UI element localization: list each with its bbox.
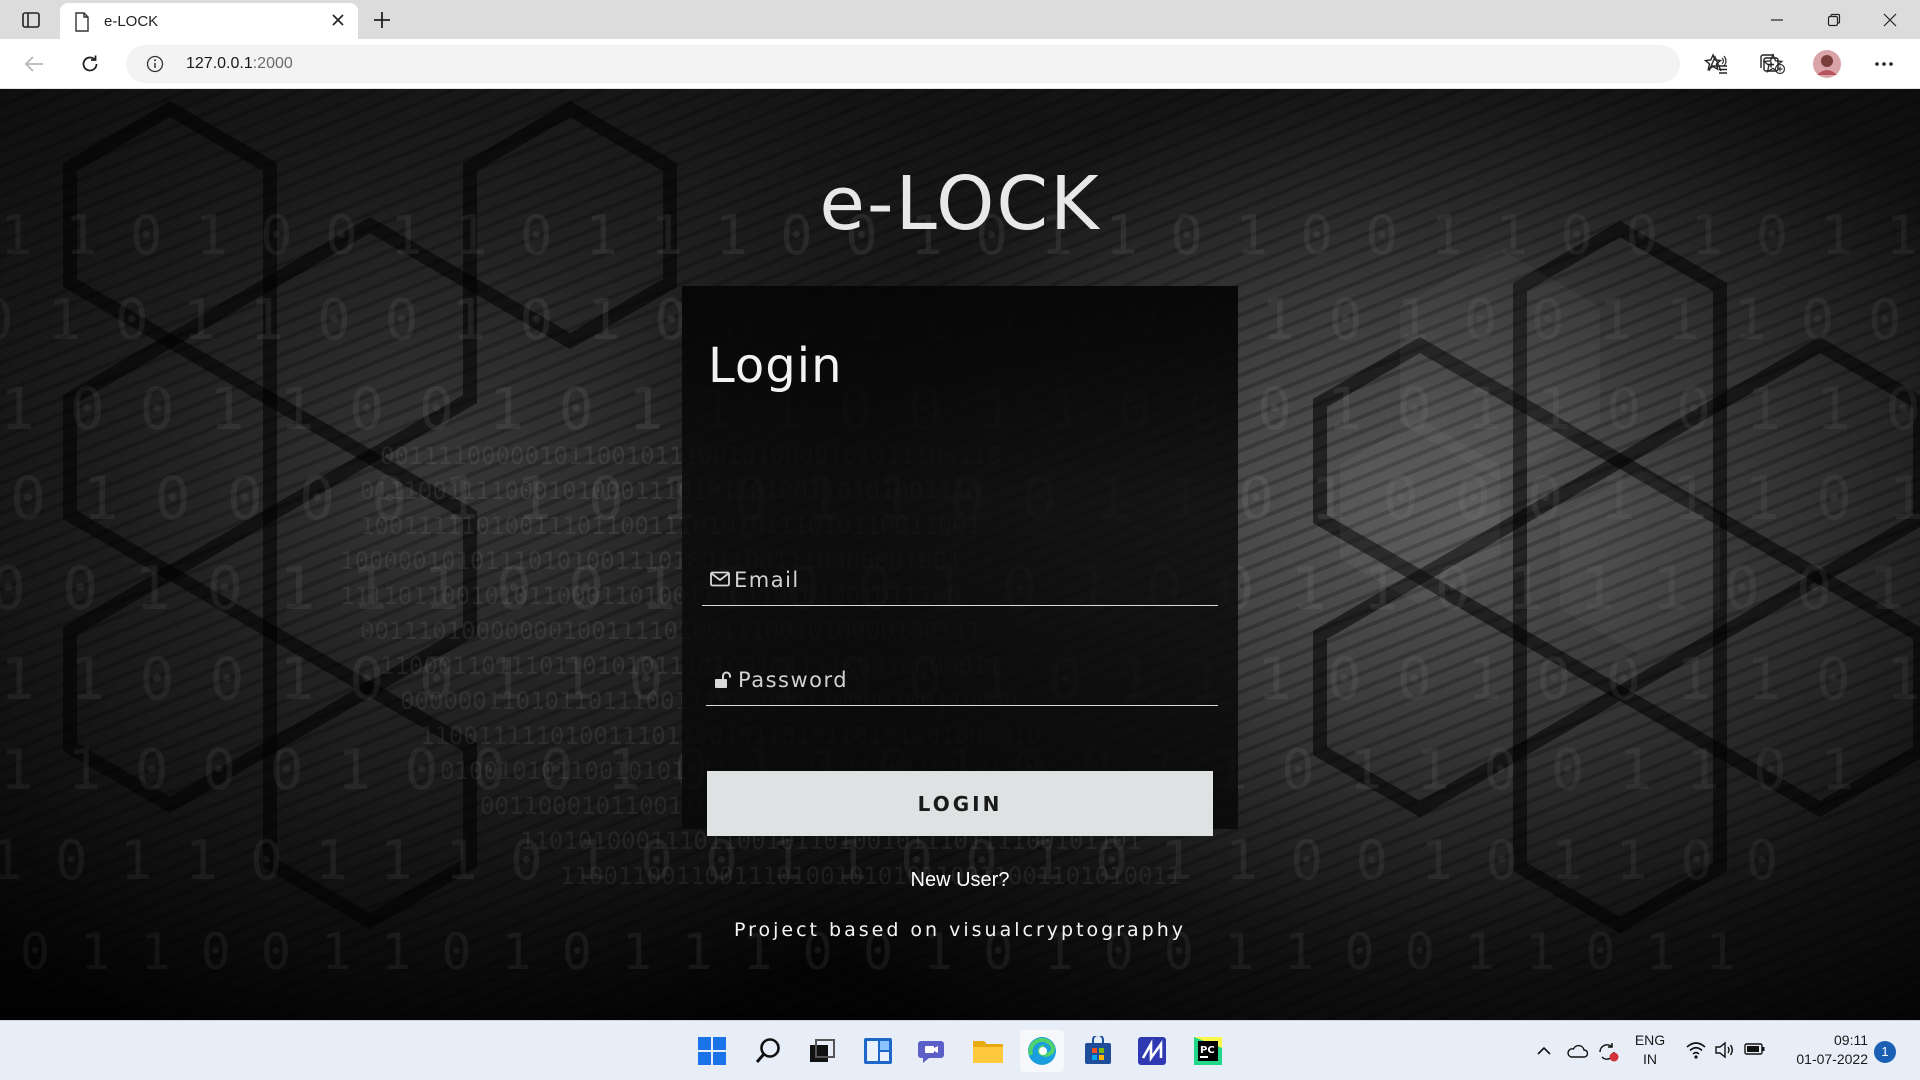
restore-icon xyxy=(1827,13,1841,27)
collections-icon xyxy=(1760,54,1779,72)
file-explorer-button[interactable] xyxy=(966,1030,1010,1072)
footer-text: Project based on visualcryptography xyxy=(733,919,1187,941)
pycharm-icon: PC xyxy=(1194,1037,1222,1065)
folder-icon xyxy=(973,1041,1003,1063)
widgets-button[interactable] xyxy=(856,1030,900,1072)
plus-icon xyxy=(374,12,390,28)
edge-button[interactable] xyxy=(1020,1030,1064,1072)
volume-icon[interactable] xyxy=(1714,1041,1734,1059)
time-text: 09:11 xyxy=(1834,1032,1868,1048)
onedrive-icon[interactable] xyxy=(1566,1041,1588,1061)
web-page: 1 1 0 1 0 0 1 1 0 1 1 1 0 0 1 0 1 1 0 1 … xyxy=(0,89,1920,1020)
store-button[interactable] xyxy=(1076,1030,1120,1072)
pycharm-button[interactable]: PC xyxy=(1186,1030,1230,1072)
close-icon xyxy=(1883,13,1897,27)
site-title: e-LOCK xyxy=(819,161,1101,247)
new-user-link[interactable]: New User? xyxy=(682,869,1238,892)
url-port: :2000 xyxy=(252,55,293,72)
close-tab-icon[interactable] xyxy=(330,12,346,28)
more-options-button[interactable] xyxy=(1868,49,1900,79)
region-code: IN xyxy=(1643,1051,1657,1067)
tab-title: e-LOCK xyxy=(104,13,159,30)
notification-badge[interactable]: 1 xyxy=(1874,1041,1896,1063)
battery-icon[interactable] xyxy=(1744,1041,1766,1057)
vscode-button[interactable] xyxy=(1130,1030,1174,1072)
favorites-button[interactable] xyxy=(1700,49,1732,79)
password-field[interactable] xyxy=(706,656,1218,706)
taskbar: PC ENG IN 09:11 01-07-2022 1 xyxy=(0,1020,1920,1080)
vscode-icon xyxy=(1138,1037,1166,1065)
new-tab-button[interactable] xyxy=(368,7,396,33)
avatar-icon xyxy=(1813,50,1841,78)
browser-toolbar: 127.0.0.1:2000 xyxy=(0,39,1920,89)
url-host: 127.0.0.1 xyxy=(186,55,253,72)
clock[interactable]: 09:11 01-07-2022 xyxy=(1776,1031,1868,1069)
wifi-icon[interactable] xyxy=(1686,1041,1706,1059)
back-arrow-icon xyxy=(24,56,43,72)
task-view-icon xyxy=(810,1039,835,1062)
start-button[interactable] xyxy=(690,1030,734,1072)
chat-icon xyxy=(918,1041,944,1063)
language-code: ENG xyxy=(1634,1032,1666,1048)
login-button[interactable]: LOGIN xyxy=(707,771,1213,836)
refresh-icon xyxy=(82,55,98,72)
minimize-icon xyxy=(1771,19,1783,21)
search-icon xyxy=(755,1038,780,1063)
email-input[interactable] xyxy=(734,564,1204,596)
browser-tab-bar: e-LOCK xyxy=(0,0,1920,39)
language-indicator[interactable]: ENG IN xyxy=(1630,1031,1670,1069)
widgets-icon xyxy=(864,1038,892,1064)
task-view-button[interactable] xyxy=(800,1030,844,1072)
refresh-button[interactable] xyxy=(74,49,106,79)
search-button[interactable] xyxy=(746,1030,790,1072)
edge-icon xyxy=(1028,1037,1056,1065)
tab-actions-icon xyxy=(22,12,40,28)
address-bar[interactable]: 127.0.0.1:2000 xyxy=(126,45,1786,83)
profile-button[interactable] xyxy=(1810,47,1844,81)
store-icon xyxy=(1085,1036,1111,1064)
envelope-icon xyxy=(710,571,730,587)
collections-button[interactable] xyxy=(1754,49,1786,79)
chat-button[interactable] xyxy=(910,1030,954,1072)
email-field[interactable] xyxy=(702,556,1218,606)
chevron-up-icon[interactable] xyxy=(1536,1041,1552,1061)
favorites-icon xyxy=(1704,53,1727,74)
login-card: Login LOGIN New User? xyxy=(682,286,1238,891)
page-icon xyxy=(75,12,89,32)
minimize-button[interactable] xyxy=(1762,8,1792,32)
date-text: 01-07-2022 xyxy=(1796,1051,1868,1067)
svg-text:PC: PC xyxy=(1200,1045,1215,1056)
info-icon[interactable] xyxy=(146,55,164,73)
password-input[interactable] xyxy=(738,664,1208,696)
login-heading: Login xyxy=(708,338,843,394)
browser-tab[interactable]: e-LOCK xyxy=(60,3,358,39)
back-button[interactable] xyxy=(18,49,50,79)
close-window-button[interactable] xyxy=(1875,8,1905,32)
start-icon xyxy=(698,1037,726,1065)
more-icon xyxy=(1875,62,1893,66)
unlock-icon xyxy=(715,671,731,688)
sync-alert-icon[interactable] xyxy=(1596,1041,1620,1063)
tab-actions-button[interactable] xyxy=(14,7,48,33)
url-text[interactable]: 127.0.0.1:2000 xyxy=(186,55,293,73)
restore-button[interactable] xyxy=(1819,8,1849,32)
